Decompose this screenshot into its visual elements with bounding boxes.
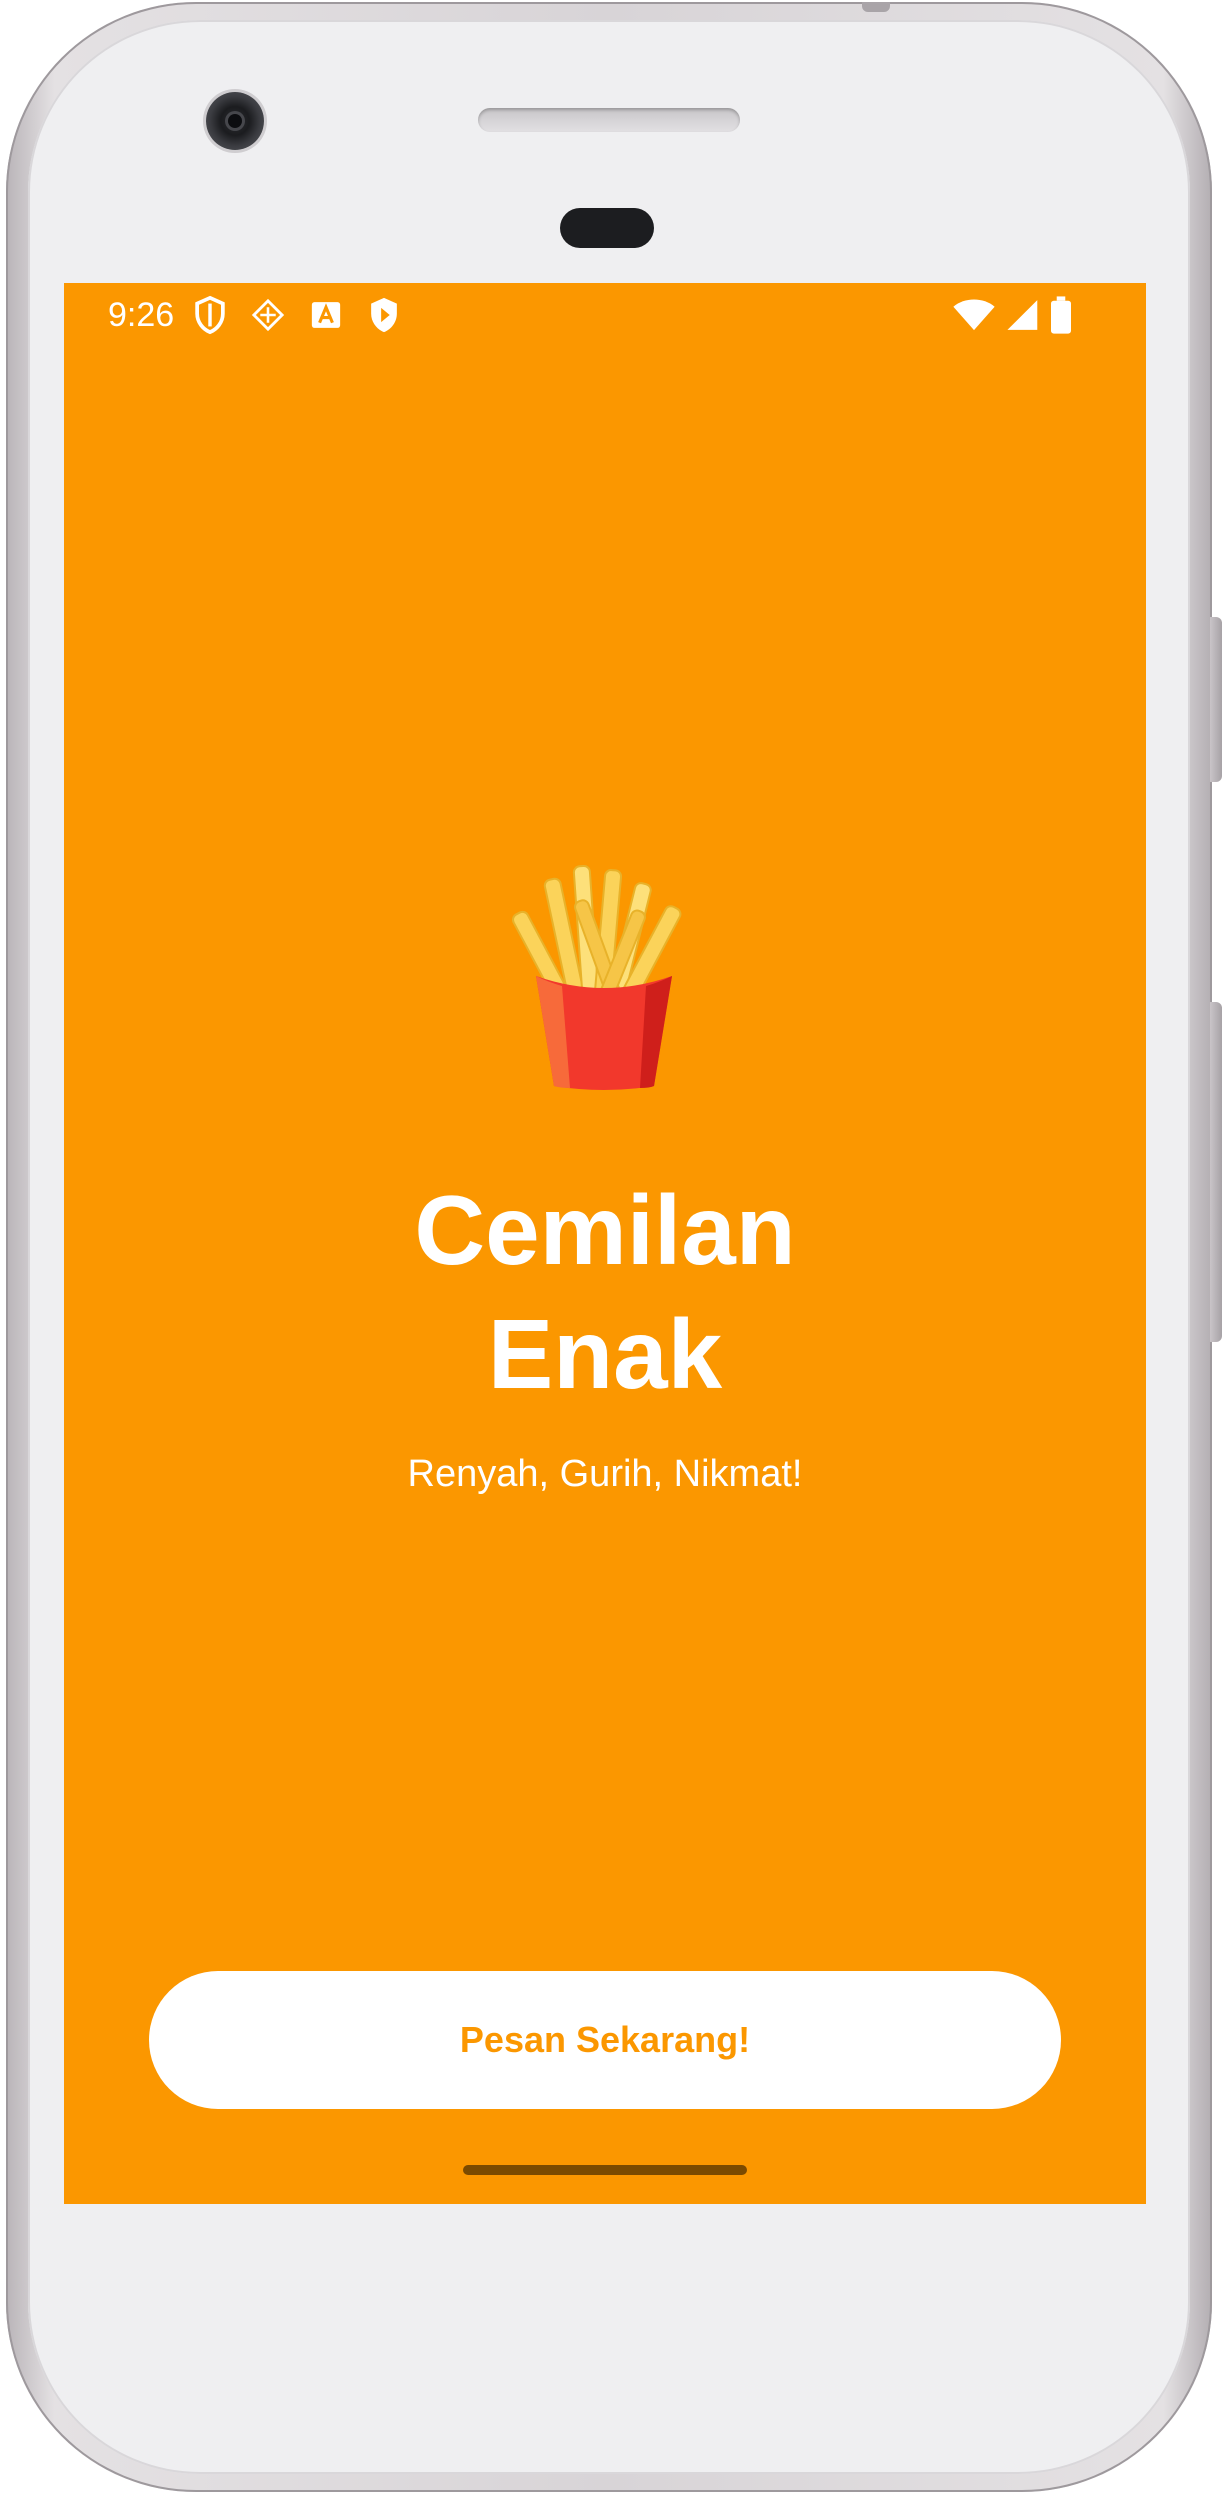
top-button <box>862 2 890 12</box>
french-fries-icon <box>504 858 704 1093</box>
device-frame: 9:26 Cemilan Enak Renyah, Gurih, Nikmat!… <box>0 0 1222 2498</box>
home-indicator[interactable] <box>463 2165 747 2175</box>
cellular-signal-icon <box>1002 295 1040 335</box>
earpiece-speaker <box>478 108 740 132</box>
order-now-button[interactable]: Pesan Sekarang! <box>149 1971 1061 2109</box>
shield-outline-icon <box>192 295 228 335</box>
status-time: 9:26 <box>108 296 175 334</box>
wifi-icon <box>952 295 996 335</box>
title-line-2: Enak <box>487 1299 723 1409</box>
volume-button <box>1210 1002 1222 1342</box>
play-shield-icon <box>366 295 402 335</box>
front-camera <box>206 92 264 150</box>
page-title: Cemilan Enak <box>64 1168 1146 1416</box>
battery-icon <box>1048 295 1074 335</box>
power-button <box>1210 617 1222 782</box>
proximity-sensor <box>560 208 654 248</box>
status-bar: 9:26 <box>64 283 1146 347</box>
tagline: Renyah, Gurih, Nikmat! <box>407 1453 803 1495</box>
data-saver-icon <box>250 295 286 335</box>
font-a-icon <box>308 295 344 335</box>
app-screen: 9:26 Cemilan Enak Renyah, Gurih, Nikmat!… <box>64 283 1146 2204</box>
title-line-1: Cemilan <box>414 1175 796 1285</box>
